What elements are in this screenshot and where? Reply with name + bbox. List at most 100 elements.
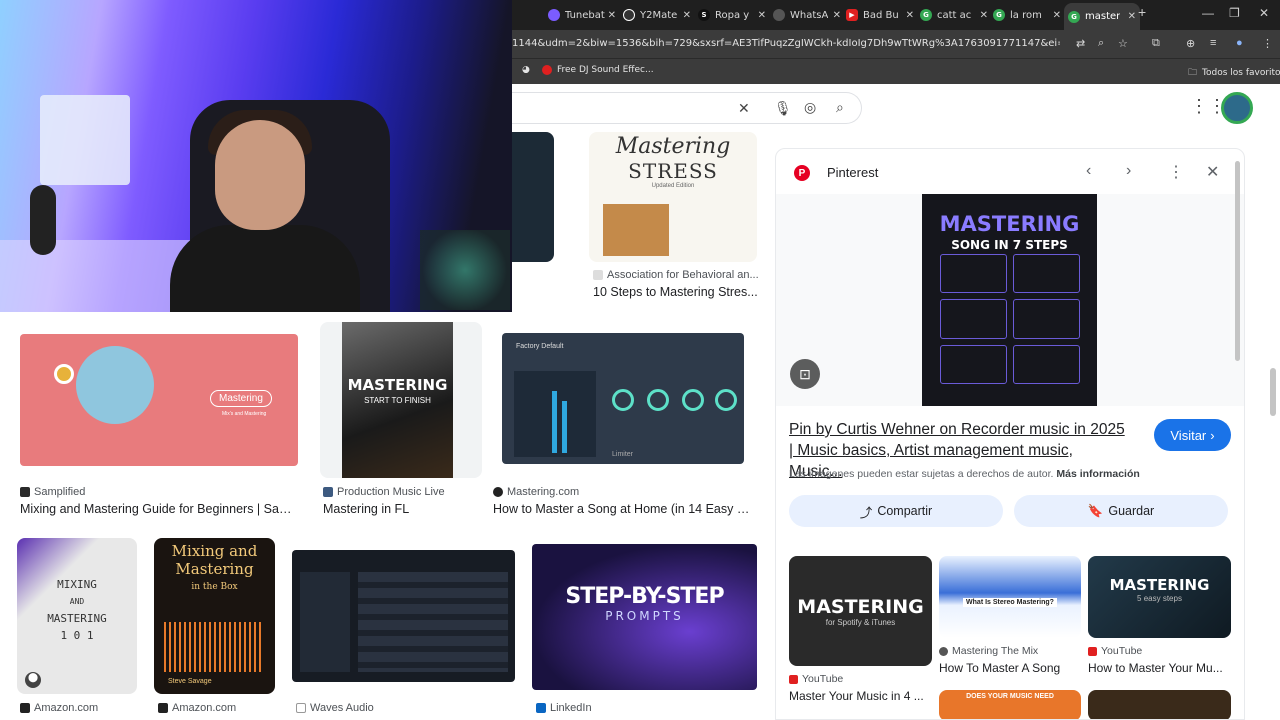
result-thumb-samplified[interactable]: Mastering Mix's and Mastering xyxy=(20,334,298,466)
result-source[interactable]: Amazon.com xyxy=(158,702,236,714)
result-source[interactable]: Mastering.com xyxy=(493,486,579,498)
youtube-icon xyxy=(542,65,552,75)
related-title[interactable]: How to Master Your Mu... xyxy=(1088,661,1230,675)
profile-icon[interactable]: ● xyxy=(1236,37,1243,49)
zoom-icon[interactable]: ⌕ xyxy=(1098,37,1104,50)
result-thumb-daw[interactable] xyxy=(512,132,554,262)
tab-y2mate[interactable]: Y2Mate ✕ xyxy=(623,4,695,26)
panel-source[interactable]: Pinterest xyxy=(827,165,878,180)
knob xyxy=(715,389,737,411)
visit-button[interactable]: Visitar › xyxy=(1154,419,1231,451)
lens-icon[interactable]: ◎ xyxy=(804,99,816,116)
pinterest-poster[interactable]: MASTERING SONG IN 7 STEPS xyxy=(922,194,1097,406)
result-thumb-step-by-step[interactable]: STEP-BY-STEP PROMPTS xyxy=(532,544,757,690)
tab-master-active[interactable]: G master ✕ xyxy=(1064,3,1140,30)
result-source[interactable]: Amazon.com xyxy=(20,702,98,714)
restore-icon[interactable]: ❐ xyxy=(1229,6,1240,20)
save-button[interactable]: 🔖 Guardar xyxy=(1014,495,1228,527)
close-icon[interactable]: ✕ xyxy=(1206,162,1219,182)
bookmarks-chrome-icon[interactable]: ◕ xyxy=(522,65,530,75)
result-thumb-mixing-in-box[interactable]: Mixing and Mastering in the Box Steve Sa… xyxy=(154,538,275,694)
search-icon[interactable]: ⌕ xyxy=(836,99,844,116)
result-thumb-mixing-101[interactable]: MIXING AND MASTERING 1 0 1 ⬤ xyxy=(17,538,137,694)
address-bar-row: 1144&udm=2&biw=1536&bih=729&sxsrf=AE3Tif… xyxy=(512,30,1280,58)
globe-icon xyxy=(773,9,785,21)
result-source[interactable]: Waves Audio xyxy=(296,702,374,714)
translate-icon[interactable]: ⇄ xyxy=(1076,37,1085,50)
more-options-icon[interactable]: ⋮ xyxy=(1168,162,1184,182)
result-source[interactable]: Production Music Live xyxy=(323,486,445,498)
linkedin-icon xyxy=(536,703,546,713)
tab-la-rom[interactable]: G la rom ✕ xyxy=(993,4,1065,26)
close-window-icon[interactable]: ✕ xyxy=(1259,6,1269,20)
close-icon[interactable]: ✕ xyxy=(608,10,616,21)
result-source[interactable]: Association for Behavioral an... xyxy=(593,269,759,281)
result-thumb-stress-book[interactable]: Mastering STRESS Updated Edition xyxy=(589,132,757,262)
avatar[interactable] xyxy=(1221,92,1253,124)
result-source[interactable]: LinkedIn xyxy=(536,702,592,714)
related-thumb[interactable] xyxy=(1088,690,1231,719)
related-title[interactable]: How To Master A Song xyxy=(939,661,1081,675)
more-info-link[interactable]: Más información xyxy=(1056,468,1139,480)
bookmarks-bar: ◕ Free DJ Sound Effec... 🗀 Todos los fav… xyxy=(512,58,1280,84)
page-scrollbar[interactable] xyxy=(1270,368,1276,416)
panel-scrollbar[interactable] xyxy=(1235,161,1240,361)
close-icon[interactable]: ✕ xyxy=(1128,11,1136,22)
new-tab-button[interactable]: + xyxy=(1138,4,1146,20)
chevron-right-icon[interactable]: › xyxy=(1126,162,1131,180)
minimize-icon[interactable]: — xyxy=(1202,6,1214,20)
extensions-icon[interactable]: ⧉ xyxy=(1152,37,1160,50)
related-source[interactable]: YouTube xyxy=(1088,645,1142,657)
close-icon[interactable]: ✕ xyxy=(833,10,841,21)
search-input[interactable]: ✕ 🎙 ◎ ⌕ xyxy=(512,92,862,124)
tab-strip: Tunebat ✕ Y2Mate ✕ S Ropa y ✕ WhatsA ✕ ▶… xyxy=(512,0,1280,30)
result-thumb-pml[interactable]: MASTERING START TO FINISH xyxy=(320,322,482,478)
result-thumb-limiter[interactable]: Factory Default Limiter xyxy=(502,333,744,464)
microphone-icon[interactable]: 🎙 xyxy=(774,100,792,117)
person-head xyxy=(215,120,305,230)
s-logo-icon: S xyxy=(698,9,710,21)
result-title[interactable]: How to Master a Song at Home (in 14 Easy… xyxy=(493,502,755,516)
amazon-icon xyxy=(20,703,30,713)
star-icon[interactable]: ☆ xyxy=(1118,37,1128,50)
related-thumb[interactable]: DOES YOUR MUSIC NEED xyxy=(939,690,1081,719)
close-icon[interactable]: ✕ xyxy=(683,10,691,21)
close-icon[interactable]: ✕ xyxy=(980,10,988,21)
google-icon: G xyxy=(993,9,1005,21)
tab-ropa[interactable]: S Ropa y ✕ xyxy=(698,4,770,26)
background-lights xyxy=(420,230,510,310)
result-source[interactable]: Samplified xyxy=(20,486,85,498)
related-source[interactable]: YouTube xyxy=(789,673,843,685)
tab-tunebat[interactable]: Tunebat ✕ xyxy=(548,4,620,26)
close-icon[interactable]: ✕ xyxy=(758,10,766,21)
close-icon[interactable]: ✕ xyxy=(906,10,914,21)
related-source[interactable]: Mastering The Mix xyxy=(939,645,1038,657)
media-icon[interactable]: ≡ xyxy=(1210,37,1216,49)
download-icon[interactable]: ⊕ xyxy=(1186,37,1195,50)
chevron-left-icon[interactable]: ‹ xyxy=(1086,162,1091,180)
all-bookmarks[interactable]: 🗀 Todos los favoritos xyxy=(1188,65,1280,81)
waves-icon xyxy=(296,703,306,713)
url-field[interactable]: 1144&udm=2&biw=1536&bih=729&sxsrf=AE3Tif… xyxy=(512,38,1060,49)
close-icon[interactable]: ✕ xyxy=(1053,10,1061,21)
share-button[interactable]: ⤴ Compartir xyxy=(789,495,1003,527)
knob xyxy=(647,389,669,411)
bookmark-dj-sound[interactable]: Free DJ Sound Effec... xyxy=(542,65,654,75)
result-title[interactable]: 10 Steps to Mastering Stres... xyxy=(593,285,758,299)
screen: Tunebat ✕ Y2Mate ✕ S Ropa y ✕ WhatsA ✕ ▶… xyxy=(0,0,1280,720)
result-title[interactable]: Mixing and Mastering Guide for Beginners… xyxy=(20,502,300,516)
related-thumb[interactable]: MASTERING for Spotify & iTunes xyxy=(789,556,932,666)
source-icon xyxy=(593,270,603,280)
tab-catt[interactable]: G catt ac ✕ xyxy=(920,4,992,26)
lens-search-icon[interactable]: ⊡ xyxy=(790,359,820,389)
app-list-image xyxy=(358,572,508,672)
tab-bad-bunny[interactable]: ▶ Bad Bu ✕ xyxy=(846,4,918,26)
related-thumb[interactable]: What Is Stereo Mastering? xyxy=(939,556,1081,638)
result-title[interactable]: Mastering in FL xyxy=(323,502,483,516)
tab-whatsapp[interactable]: WhatsA ✕ xyxy=(773,4,845,26)
menu-icon[interactable]: ⋮ xyxy=(1262,37,1273,50)
clear-icon[interactable]: ✕ xyxy=(738,100,750,117)
result-thumb-waves-app[interactable] xyxy=(292,550,515,682)
related-thumb[interactable]: MASTERING 5 easy steps xyxy=(1088,556,1231,638)
related-title[interactable]: Master Your Music in 4 ... xyxy=(789,689,929,703)
